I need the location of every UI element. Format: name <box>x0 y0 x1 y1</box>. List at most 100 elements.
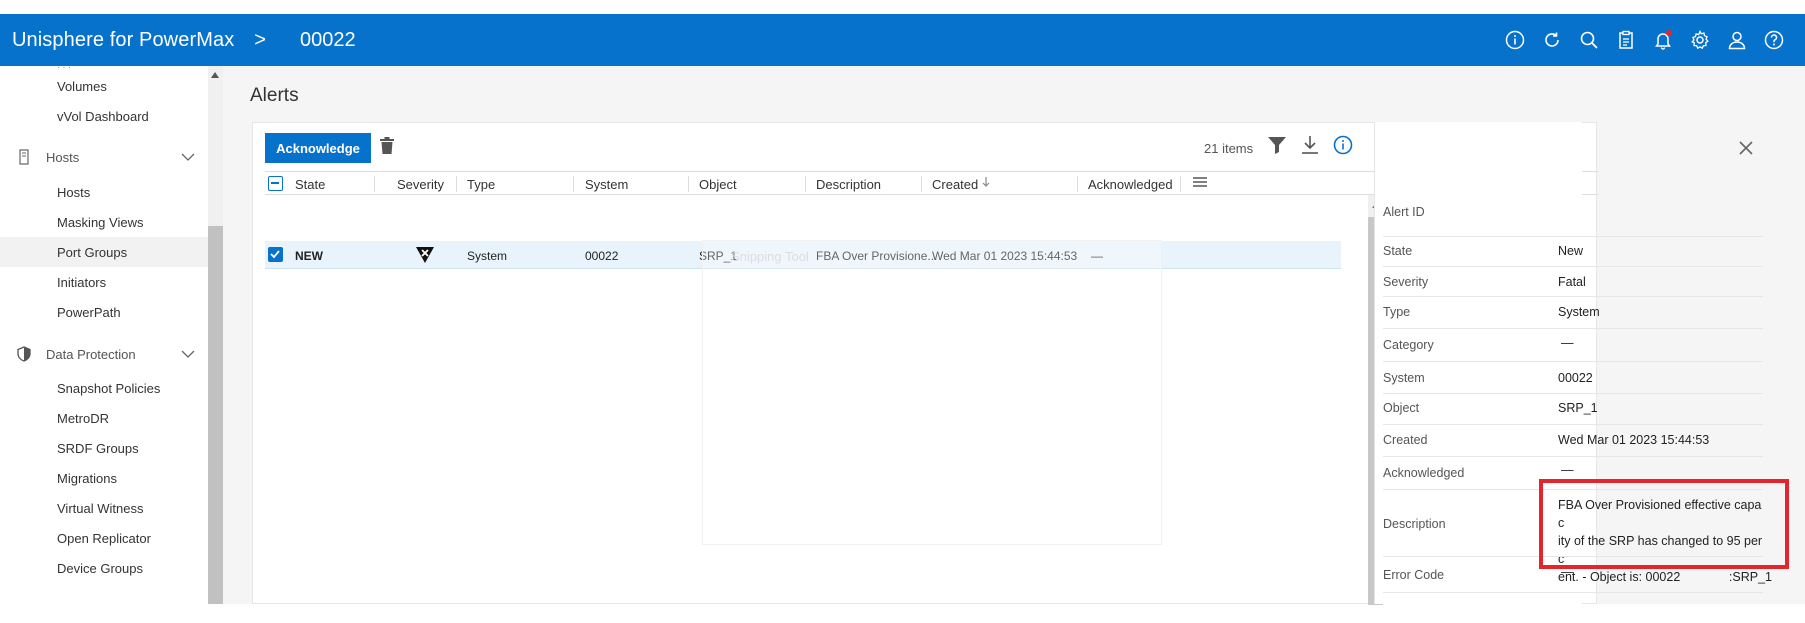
column-header-type[interactable]: Type <box>467 177 495 192</box>
sidebar: . . . Volumes vVol Dashboard Hosts Hosts… <box>0 66 208 604</box>
detail-label-state: State <box>1383 244 1413 258</box>
detail-label-category: Category <box>1383 338 1434 352</box>
search-icon[interactable] <box>1578 29 1600 51</box>
column-divider[interactable] <box>573 176 574 192</box>
detail-label-error-code: Error Code <box>1383 568 1445 582</box>
breadcrumb-separator: > <box>254 28 266 51</box>
sidebar-item-metrodr[interactable]: MetroDR <box>57 411 109 426</box>
detail-value-severity: Fatal <box>1558 275 1586 289</box>
trash-icon[interactable] <box>380 137 394 160</box>
sidebar-item-volumes[interactable]: Volumes <box>57 79 107 94</box>
detail-label-alert-id: Alert ID <box>1383 205 1425 219</box>
sidebar-item-srdf-groups[interactable]: SRDF Groups <box>57 441 139 456</box>
detail-value-acknowledged: — <box>1561 463 1574 477</box>
column-menu-icon[interactable] <box>1193 176 1207 191</box>
top-icon-bar <box>1504 14 1785 66</box>
detail-divider <box>1383 296 1763 297</box>
cell-system: 00022 <box>585 249 619 263</box>
column-header-acknowledged[interactable]: Acknowledged <box>1088 177 1173 192</box>
column-divider[interactable] <box>921 176 922 192</box>
sidebar-scroll-thumb[interactable] <box>208 226 223 604</box>
sidebar-group-label: Hosts <box>46 149 80 165</box>
gear-icon[interactable] <box>1689 29 1711 51</box>
sidebar-scrollbar[interactable] <box>208 66 223 604</box>
info-icon[interactable] <box>1504 29 1526 51</box>
detail-divider <box>1383 456 1763 457</box>
row-checkbox[interactable] <box>268 247 283 262</box>
detail-label-created: Created <box>1383 433 1428 447</box>
detail-label-type: Type <box>1383 305 1411 319</box>
select-all-checkbox[interactable] <box>268 176 283 191</box>
column-divider[interactable] <box>1077 176 1078 192</box>
column-header-object[interactable]: Object <box>699 177 737 192</box>
detail-value-system: 00022 <box>1558 371 1593 385</box>
column-header-state[interactable]: State <box>295 177 325 192</box>
column-divider[interactable] <box>805 176 806 192</box>
ghost-window-overlay: Snipping Tool <box>702 240 1162 545</box>
sidebar-group-hosts[interactable]: Hosts <box>0 142 208 172</box>
ghost-window-title: Snipping Tool <box>731 249 809 264</box>
sidebar-group-data-protection[interactable]: Data Protection <box>0 339 208 369</box>
notification-dot <box>1666 30 1672 36</box>
column-divider[interactable] <box>456 176 457 192</box>
detail-divider <box>1383 236 1763 237</box>
sidebar-item-virtual-witness[interactable]: Virtual Witness <box>57 501 143 516</box>
server-icon <box>16 149 32 165</box>
column-divider[interactable] <box>688 176 689 192</box>
indeterminate-dash <box>271 182 279 184</box>
app-title[interactable]: Unisphere for PowerMax <box>12 29 234 52</box>
detail-label-description: Description <box>1383 517 1446 531</box>
column-divider[interactable] <box>374 176 375 192</box>
detail-label-acknowledged: Acknowledged <box>1383 466 1465 480</box>
page: Unisphere for PowerMax > 00022 Volumes v… <box>0 0 1805 623</box>
chevron-down-icon[interactable] <box>180 346 196 365</box>
detail-value-type: System <box>1558 305 1600 319</box>
description-line: ent. - Object is: 00022 :SRP_1 <box>1558 570 1772 584</box>
detail-divider <box>1383 328 1763 329</box>
detail-value-state: New <box>1558 244 1584 258</box>
scroll-up-arrow-icon[interactable] <box>211 72 219 78</box>
shield-icon <box>16 346 32 362</box>
detail-label-severity: Severity <box>1383 275 1429 289</box>
detail-divider <box>1383 361 1763 362</box>
cell-state: NEW <box>295 249 323 263</box>
help-icon[interactable] <box>1763 29 1785 51</box>
breadcrumb-system[interactable]: 00022 <box>300 29 356 52</box>
bell-icon[interactable] <box>1652 29 1674 51</box>
sidebar-item-masking-views[interactable]: Masking Views <box>57 215 143 230</box>
detail-value-object: SRP_1 <box>1558 401 1598 415</box>
filter-icon[interactable] <box>1267 135 1287 160</box>
sidebar-item-device-groups[interactable]: Device Groups <box>57 561 143 576</box>
sidebar-item-powerpath[interactable]: PowerPath <box>57 305 121 320</box>
column-header-system[interactable]: System <box>585 177 628 192</box>
column-header-description[interactable]: Description <box>816 177 881 192</box>
fatal-icon <box>415 246 435 267</box>
detail-value-created: Wed Mar 01 2023 15:44:53 <box>1558 433 1710 447</box>
detail-divider <box>1383 424 1763 425</box>
description-highlight-box <box>1539 479 1789 569</box>
sidebar-item-hosts[interactable]: Hosts <box>57 185 90 200</box>
cell-type: System <box>467 249 508 263</box>
detail-divider <box>1383 266 1763 267</box>
sidebar-group-label: Data Protection <box>46 346 136 362</box>
sort-descending-icon[interactable] <box>981 176 991 191</box>
sidebar-item-vvol-dashboard[interactable]: vVol Dashboard <box>57 109 149 124</box>
sidebar-item-initiators[interactable]: Initiators <box>57 275 106 290</box>
refresh-icon[interactable] <box>1541 29 1563 51</box>
chevron-down-icon[interactable] <box>180 149 196 168</box>
info-icon[interactable] <box>1333 135 1353 160</box>
sidebar-item-migrations[interactable]: Migrations <box>57 471 117 486</box>
sidebar-item-snapshot-policies[interactable]: Snapshot Policies <box>57 381 160 396</box>
acknowledge-button[interactable]: Acknowledge <box>265 133 371 163</box>
top-bar: Unisphere for PowerMax > 00022 <box>0 14 1805 66</box>
download-icon[interactable] <box>1301 135 1319 160</box>
sidebar-item-open-replicator[interactable]: Open Replicator <box>57 531 151 546</box>
column-divider[interactable] <box>1180 176 1181 192</box>
column-header-created[interactable]: Created <box>932 177 978 192</box>
column-header-severity[interactable]: Severity <box>397 177 444 192</box>
close-icon[interactable] <box>1738 140 1754 156</box>
clipboard-icon[interactable] <box>1615 29 1637 51</box>
detail-divider <box>1383 393 1763 394</box>
user-icon[interactable] <box>1726 29 1748 51</box>
sidebar-item-port-groups[interactable]: Port Groups <box>57 245 127 260</box>
